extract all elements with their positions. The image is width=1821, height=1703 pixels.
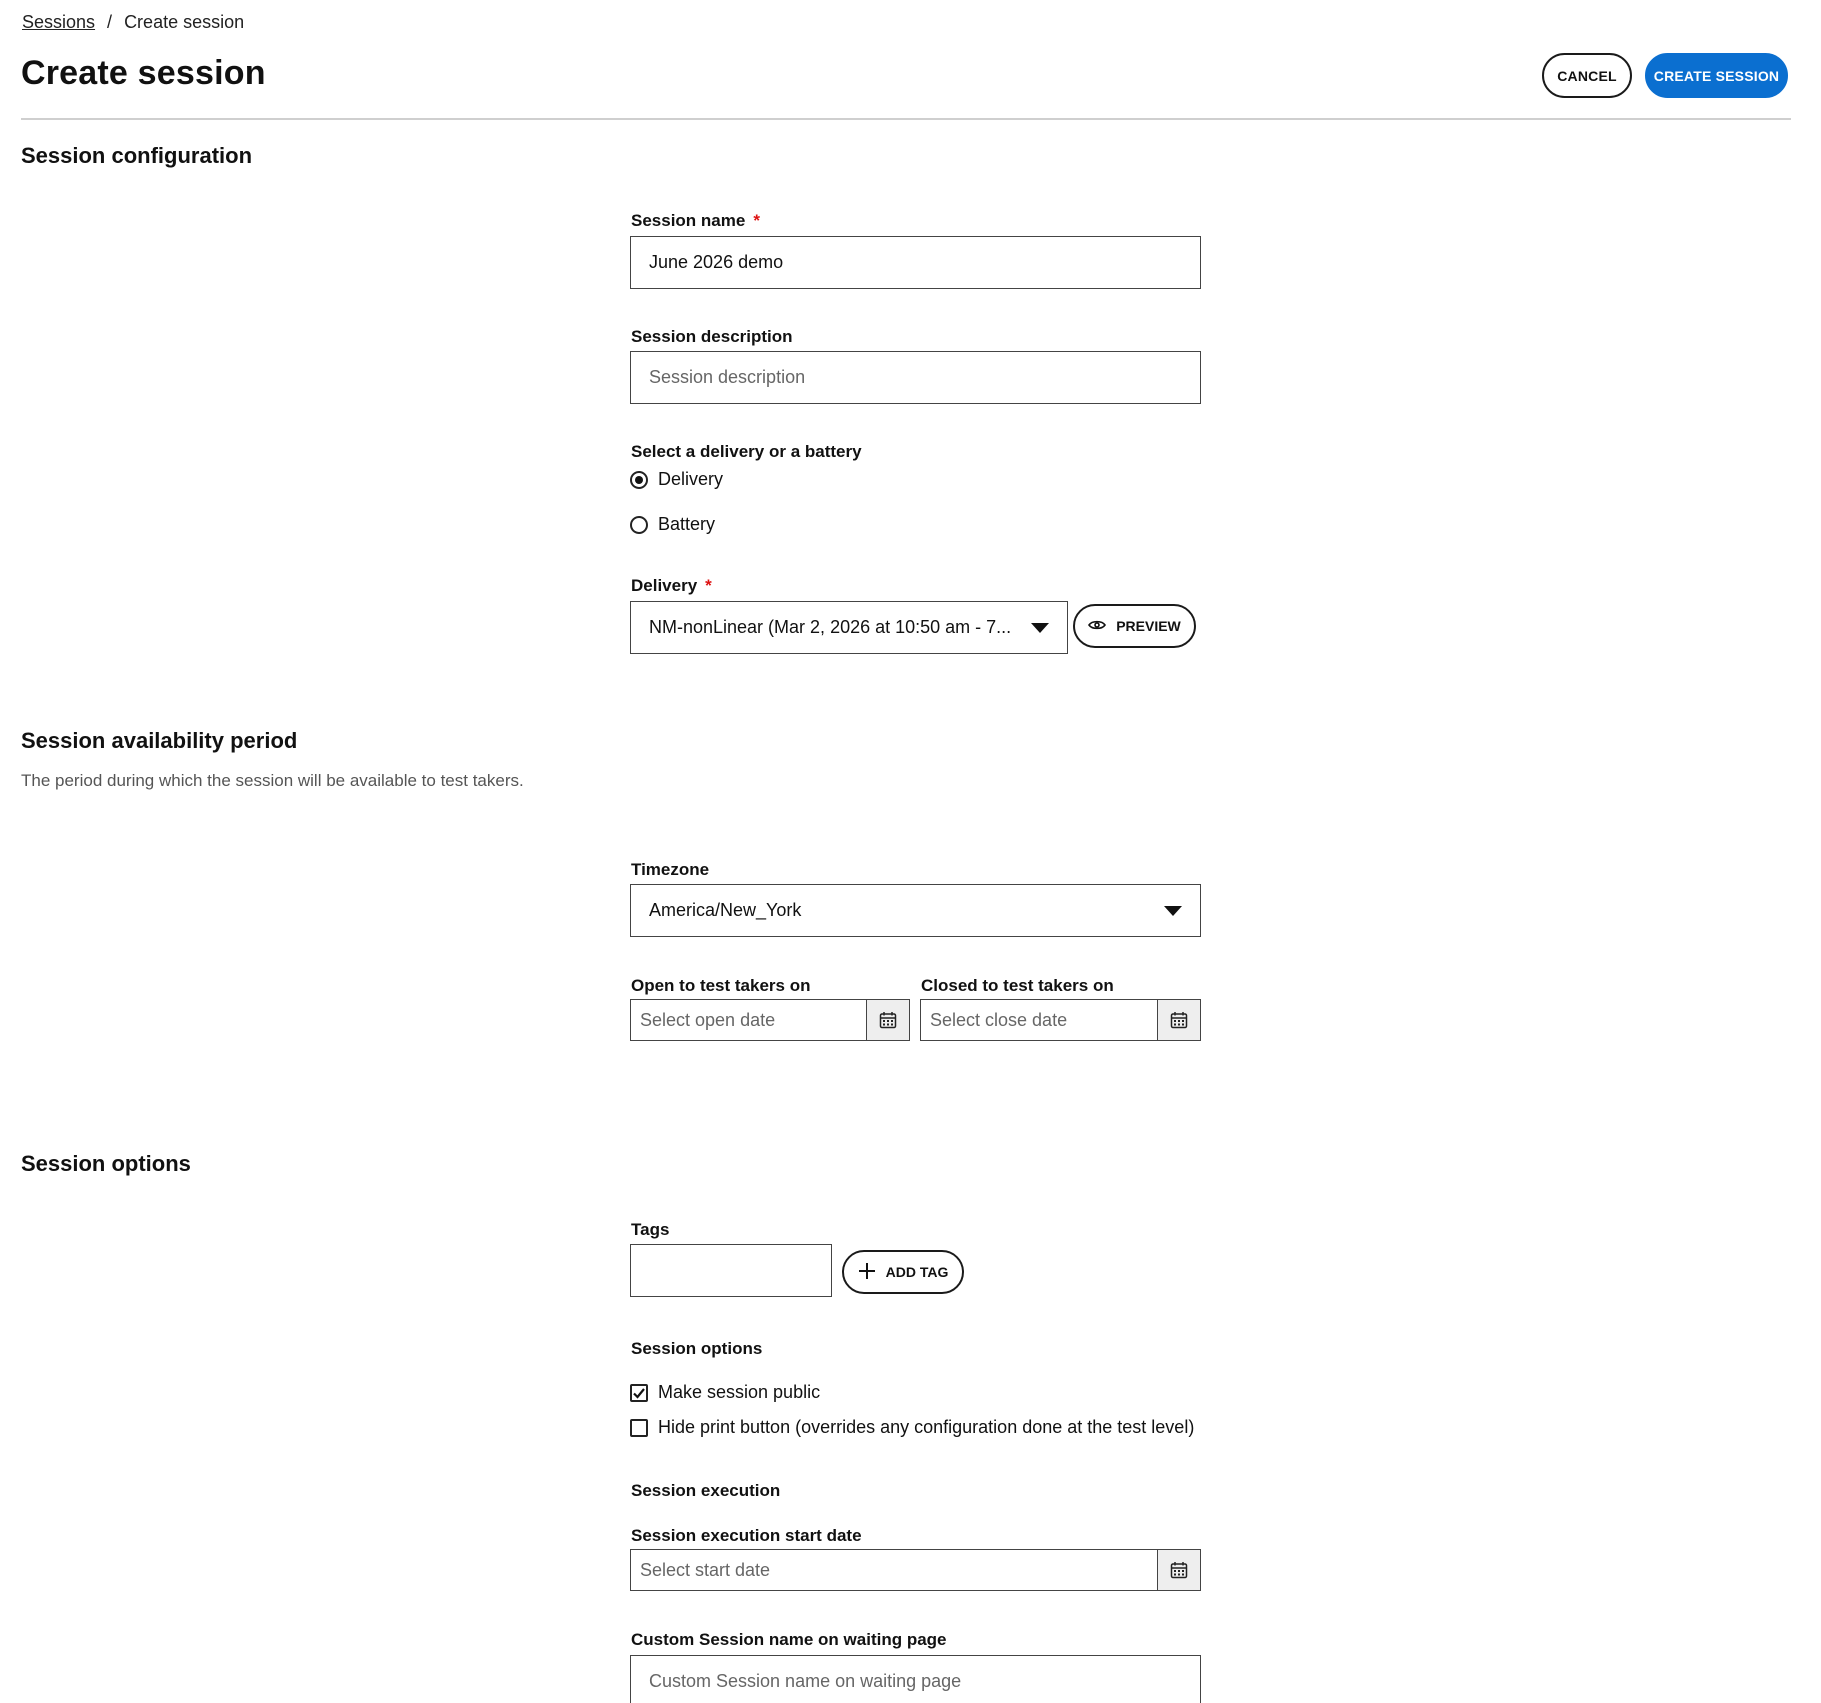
plus-icon [858, 1262, 876, 1283]
custom-name-label: Custom Session name on waiting page [631, 1630, 947, 1649]
section-title-availability: Session availability period [21, 728, 298, 753]
chevron-down-icon [1164, 905, 1182, 916]
calendar-icon[interactable] [1157, 1550, 1200, 1590]
session-options-label: Session options [631, 1339, 763, 1358]
page-title: Create session [21, 54, 266, 92]
hide-print-option[interactable]: Hide print button (overrides any configu… [630, 1417, 1194, 1438]
radio-delivery[interactable]: Delivery [630, 469, 723, 490]
chevron-down-icon [1031, 622, 1049, 633]
breadcrumb-link-sessions[interactable]: Sessions [22, 12, 95, 33]
close-date-picker[interactable]: Select close date [920, 999, 1201, 1041]
cancel-button[interactable]: CANCEL [1542, 53, 1632, 98]
add-tag-button[interactable]: ADD TAG [842, 1250, 964, 1294]
preview-button[interactable]: PREVIEW [1073, 604, 1196, 648]
session-description-input[interactable]: Session description [630, 351, 1201, 404]
timezone-label: Timezone [631, 860, 710, 879]
custom-name-input[interactable]: Custom Session name on waiting page [630, 1655, 1201, 1703]
section-subtitle-availability: The period during which the session will… [21, 771, 524, 790]
execution-start-date-input[interactable]: Select start date [631, 1550, 1157, 1590]
breadcrumb-current: Create session [124, 12, 245, 32]
required-mark: * [705, 576, 712, 595]
execution-start-date-picker[interactable]: Select start date [630, 1549, 1201, 1591]
header-divider [21, 118, 1791, 120]
open-date-input[interactable]: Select open date [631, 1000, 866, 1040]
session-name-label: Session name * [631, 211, 760, 230]
calendar-icon[interactable] [1157, 1000, 1200, 1040]
checkbox-checked[interactable] [630, 1383, 648, 1402]
tags-input[interactable] [630, 1244, 832, 1297]
make-public-option[interactable]: Make session public [630, 1382, 820, 1403]
session-name-input[interactable]: June 2026 demo [630, 236, 1201, 289]
session-execution-label: Session execution [631, 1481, 781, 1500]
timezone-select[interactable]: America/New_York [630, 884, 1201, 937]
open-date-label: Open to test takers on [631, 976, 811, 995]
close-date-input[interactable]: Select close date [921, 1000, 1157, 1040]
delivery-select[interactable]: NM-nonLinear (Mar 2, 2026 at 10:50 am - … [630, 601, 1068, 654]
create-session-button[interactable]: CREATE SESSION [1645, 53, 1788, 98]
radio-button-unchecked[interactable] [630, 515, 648, 534]
check-icon [633, 1387, 645, 1399]
section-title-options: Session options [21, 1151, 191, 1176]
eye-icon [1088, 618, 1107, 634]
section-title-configuration: Session configuration [21, 143, 253, 168]
tags-label: Tags [631, 1220, 670, 1239]
delivery-label: Delivery * [631, 576, 712, 595]
session-description-label: Session description [631, 327, 793, 346]
breadcrumb-separator: / [107, 12, 113, 32]
open-date-picker[interactable]: Select open date [630, 999, 910, 1041]
execution-start-date-label: Session execution start date [631, 1526, 862, 1545]
checkbox-unchecked[interactable] [630, 1418, 648, 1437]
radio-button-checked[interactable] [630, 470, 648, 489]
radio-battery[interactable]: Battery [630, 514, 715, 535]
delivery-type-label: Select a delivery or a battery [631, 442, 862, 461]
close-date-label: Closed to test takers on [921, 976, 1114, 995]
calendar-icon[interactable] [866, 1000, 909, 1040]
breadcrumb: Sessions / Create session [22, 12, 244, 33]
required-mark: * [753, 211, 760, 230]
